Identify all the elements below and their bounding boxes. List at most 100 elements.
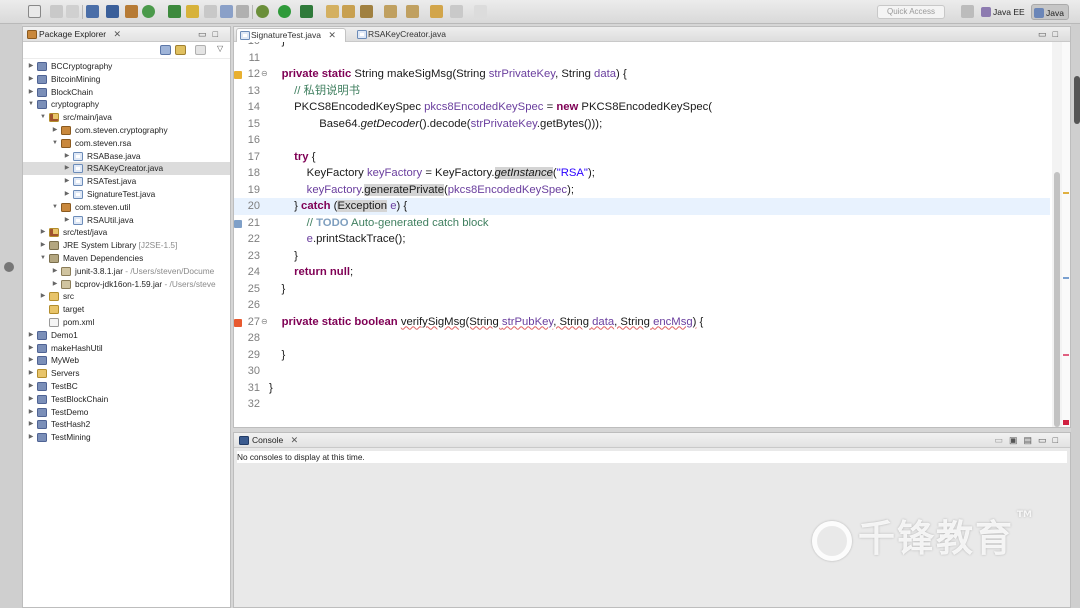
next-annotation-icon[interactable] (384, 5, 397, 18)
code-line[interactable]: 32 (234, 396, 1050, 413)
expand-arrow-closed-icon[interactable]: ▶ (27, 367, 35, 380)
expand-arrow-closed-icon[interactable]: ▶ (27, 393, 35, 406)
terminal-icon[interactable] (86, 5, 99, 18)
forward-icon[interactable] (450, 5, 463, 18)
expand-arrow-closed-icon[interactable]: ▶ (27, 86, 35, 99)
tree-item[interactable]: ▶ TestBlockChain (23, 393, 230, 406)
expand-arrow-closed-icon[interactable]: ▶ (39, 239, 47, 252)
tree-item[interactable]: ▶ bcprov-jdk16on-1.59.jar - /Users/steve (23, 278, 230, 291)
minimize-icon[interactable]: ▭ (1038, 29, 1053, 39)
open-perspective-icon[interactable] (961, 5, 974, 18)
code-line[interactable]: 16 (234, 132, 1050, 149)
toggle-mark-icon[interactable] (220, 5, 233, 18)
fold-toggle-icon[interactable]: ⊖ (261, 314, 268, 331)
new-class-icon[interactable] (168, 5, 181, 18)
expand-arrow-closed-icon[interactable]: ▶ (27, 380, 35, 393)
perspective-java-ee[interactable]: Java EE (979, 4, 1029, 20)
tab-rsakeycreator-java[interactable]: RSAKeyCreator.java (354, 28, 472, 42)
tree-item[interactable]: ▶ makeHashUtil (23, 342, 230, 355)
link-with-editor-icon[interactable] (175, 45, 186, 55)
expand-arrow-closed-icon[interactable]: ▶ (27, 431, 35, 444)
tree-item[interactable]: ▶ RSAUtil.java (23, 214, 230, 227)
search-icon[interactable] (204, 5, 217, 18)
expand-arrow-open-icon[interactable]: ▼ (27, 98, 35, 111)
new-java-project-icon[interactable] (125, 5, 138, 18)
expand-arrow-closed-icon[interactable]: ▶ (63, 214, 71, 227)
expand-arrow-closed-icon[interactable]: ▶ (27, 342, 35, 355)
code-line[interactable]: 31} (234, 380, 1050, 397)
code-line[interactable]: 20 } catch (Exception e) { (234, 198, 1050, 215)
expand-arrow-closed-icon[interactable]: ▶ (51, 124, 59, 137)
tree-item[interactable]: ▶ RSATest.java (23, 175, 230, 188)
open-file-icon[interactable] (342, 5, 355, 18)
overview-ruler[interactable] (1062, 42, 1070, 427)
expand-arrow-closed-icon[interactable]: ▶ (27, 354, 35, 367)
quick-access-input[interactable]: Quick Access (877, 5, 945, 19)
package-explorer-tab[interactable]: Package Explorer ✕ (25, 28, 121, 42)
show-whitespace-icon[interactable] (236, 5, 249, 18)
tree-item[interactable]: ▶ BlockChain (23, 86, 230, 99)
tree-item[interactable]: ▶ JRE System Library [J2SE-1.5] (23, 239, 230, 252)
last-edit-icon[interactable] (474, 5, 487, 18)
code-line[interactable]: 10 } (234, 42, 1050, 50)
expand-arrow-closed-icon[interactable]: ▶ (27, 418, 35, 431)
back-icon[interactable] (430, 5, 443, 18)
open-folder-icon[interactable] (326, 5, 339, 18)
code-line[interactable]: 21 // TODO Auto-generated catch block (234, 215, 1050, 232)
minimize-icon[interactable]: ▭ (198, 29, 213, 39)
view-menu-icon[interactable]: ▽ (217, 44, 223, 53)
code-line[interactable]: 17 try { (234, 149, 1050, 166)
minimize-icon[interactable]: ▭ (1038, 435, 1053, 445)
pen-icon[interactable] (360, 5, 373, 18)
tree-item[interactable]: ▶ src/test/java (23, 226, 230, 239)
expand-arrow-closed-icon[interactable]: ▶ (63, 162, 71, 175)
pin-console-icon[interactable]: ▭ (995, 435, 1010, 445)
scrollbar-thumb[interactable] (1054, 172, 1060, 427)
display-console-icon[interactable]: ▣ (1009, 435, 1024, 445)
external-tools-icon[interactable] (300, 5, 313, 18)
tree-item[interactable]: ▶ TestBC (23, 380, 230, 393)
tree-item[interactable]: ▶ SignatureTest.java (23, 188, 230, 201)
vertical-scrollbar[interactable] (1052, 42, 1062, 427)
overview-error-marker[interactable] (1063, 420, 1069, 425)
tree-item[interactable]: ▶ com.steven.cryptography (23, 124, 230, 137)
expand-arrow-closed-icon[interactable]: ▶ (51, 265, 59, 278)
tree-item[interactable]: ▶ RSAKeyCreator.java (23, 162, 230, 176)
save-all-icon[interactable] (66, 5, 79, 18)
tree-item[interactable]: ▼ com.steven.rsa (23, 137, 230, 150)
fold-toggle-icon[interactable]: ⊖ (261, 66, 268, 83)
code-line[interactable]: 28 (234, 330, 1050, 347)
tree-item[interactable]: ▼ src/main/java (23, 111, 230, 124)
tree-item[interactable]: ▶ junit-3.8.1.jar - /Users/steven/Docume (23, 265, 230, 278)
tree-item[interactable]: ▶ BitcoinMining (23, 73, 230, 86)
maximize-icon[interactable]: □ (213, 29, 224, 39)
tree-item[interactable]: pom.xml (23, 316, 230, 329)
expand-arrow-closed-icon[interactable]: ▶ (51, 278, 59, 291)
save-icon[interactable] (50, 5, 63, 18)
run-icon[interactable] (278, 5, 291, 18)
open-type-icon[interactable] (186, 5, 199, 18)
overview-warning-marker[interactable] (1063, 192, 1069, 194)
expand-arrow-closed-icon[interactable]: ▶ (63, 150, 71, 163)
tree-item[interactable]: ▼ Maven Dependencies (23, 252, 230, 265)
tree-item[interactable]: ▼ com.steven.util (23, 201, 230, 214)
tab-signaturetest-java[interactable]: SignatureTest.java ✕ (236, 28, 346, 42)
code-line[interactable]: 13 // 私钥说明书 (234, 83, 1050, 100)
overview-error-marker[interactable] (1063, 354, 1069, 356)
maximize-icon[interactable]: □ (1053, 435, 1064, 445)
console-tab[interactable]: Console ✕ (236, 434, 298, 448)
tree-item[interactable]: ▶ TestHash2 (23, 418, 230, 431)
perspective-java[interactable]: Java (1031, 4, 1069, 20)
code-line[interactable]: 24 return null; (234, 264, 1050, 281)
expand-arrow-open-icon[interactable]: ▼ (51, 201, 59, 214)
code-line[interactable]: 19 keyFactory.generatePrivate(pkcs8Encod… (234, 182, 1050, 199)
expand-arrow-closed-icon[interactable]: ▶ (27, 60, 35, 73)
code-line[interactable]: 23 } (234, 248, 1050, 265)
task-marker-icon[interactable] (234, 219, 242, 228)
close-icon[interactable]: ✕ (328, 29, 336, 42)
code-line[interactable]: 30 (234, 363, 1050, 380)
code-line[interactable]: 25 } (234, 281, 1050, 298)
code-line[interactable]: 12 ⊖ private static String makeSigMsg(Str… (234, 66, 1050, 83)
tree-item[interactable]: target (23, 303, 230, 316)
expand-arrow-closed-icon[interactable]: ▶ (27, 73, 35, 86)
